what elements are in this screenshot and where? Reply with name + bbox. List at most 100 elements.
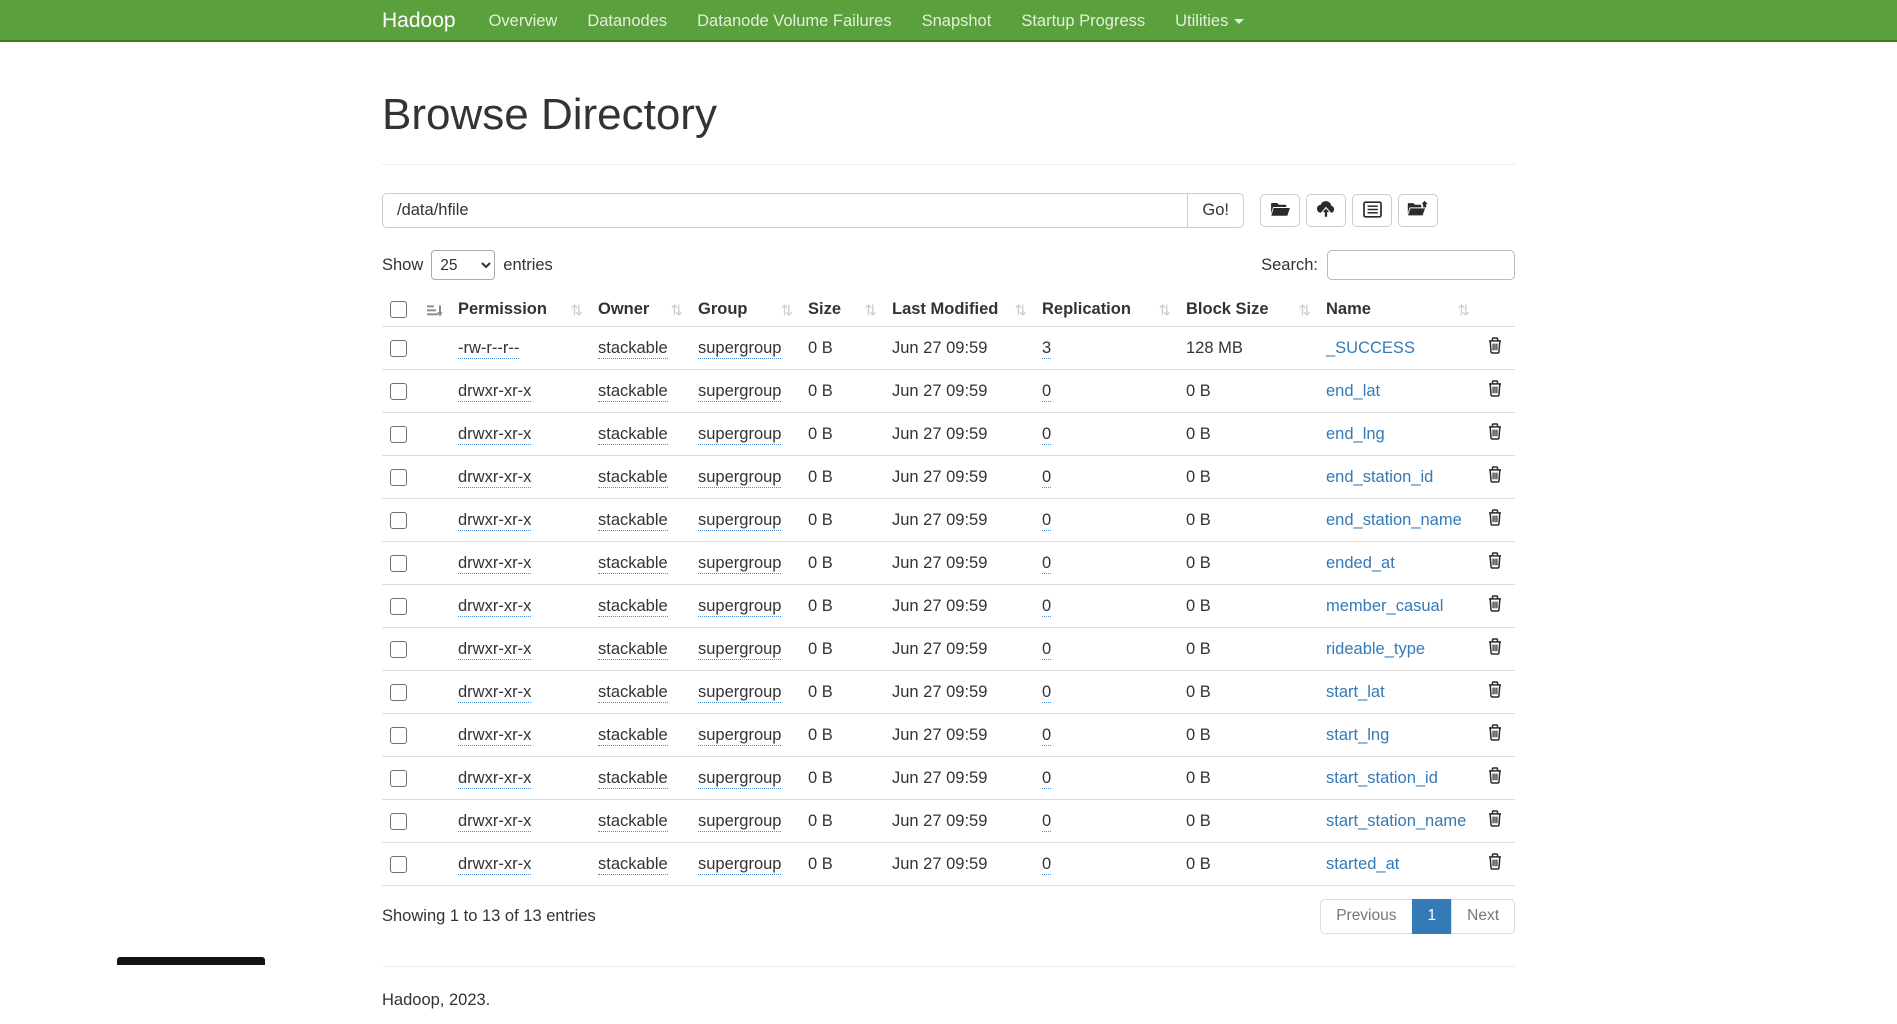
file-name-link[interactable]: ended_at	[1326, 554, 1395, 572]
group-cell[interactable]: supergroup	[698, 855, 781, 875]
trash-icon[interactable]	[1487, 337, 1503, 354]
permission-cell[interactable]: -rw-r--r--	[458, 339, 519, 359]
permission-cell[interactable]: drwxr-xr-x	[458, 640, 531, 660]
nav-item-startup-progress[interactable]: Startup Progress	[1006, 0, 1160, 42]
owner-cell[interactable]: stackable	[598, 511, 668, 531]
group-cell[interactable]: supergroup	[698, 812, 781, 832]
row-checkbox[interactable]	[390, 856, 407, 873]
permission-cell[interactable]: drwxr-xr-x	[458, 468, 531, 488]
pagination-next[interactable]: Next	[1451, 899, 1515, 934]
header-permission[interactable]: Permission⇅	[448, 295, 588, 327]
go-button[interactable]: Go!	[1188, 193, 1244, 228]
header-owner[interactable]: Owner⇅	[588, 295, 688, 327]
permission-cell[interactable]: drwxr-xr-x	[458, 425, 531, 445]
file-name-link[interactable]: rideable_type	[1326, 640, 1425, 658]
permission-cell[interactable]: drwxr-xr-x	[458, 726, 531, 746]
permission-cell[interactable]: drwxr-xr-x	[458, 812, 531, 832]
group-cell[interactable]: supergroup	[698, 339, 781, 359]
file-name-link[interactable]: start_station_id	[1326, 769, 1438, 787]
row-checkbox[interactable]	[390, 383, 407, 400]
trash-icon[interactable]	[1487, 552, 1503, 569]
replication-cell[interactable]: 0	[1042, 425, 1051, 445]
file-name-link[interactable]: end_station_id	[1326, 468, 1433, 486]
select-all-checkbox[interactable]	[390, 301, 407, 318]
group-cell[interactable]: supergroup	[698, 769, 781, 789]
replication-cell[interactable]: 0	[1042, 855, 1051, 875]
row-checkbox[interactable]	[390, 684, 407, 701]
directory-path-input[interactable]	[382, 193, 1188, 228]
replication-cell[interactable]: 0	[1042, 812, 1051, 832]
file-name-link[interactable]: start_lat	[1326, 683, 1385, 701]
nav-item-overview[interactable]: Overview	[474, 0, 573, 42]
owner-cell[interactable]: stackable	[598, 769, 668, 789]
header-replication[interactable]: Replication⇅	[1032, 295, 1176, 327]
trash-icon[interactable]	[1487, 509, 1503, 526]
permission-cell[interactable]: drwxr-xr-x	[458, 554, 531, 574]
group-cell[interactable]: supergroup	[698, 425, 781, 445]
group-cell[interactable]: supergroup	[698, 640, 781, 660]
group-cell[interactable]: supergroup	[698, 511, 781, 531]
move-file-button[interactable]	[1398, 194, 1438, 227]
header-last-modified[interactable]: Last Modified⇅	[882, 295, 1032, 327]
replication-cell[interactable]: 0	[1042, 640, 1051, 660]
group-cell[interactable]: supergroup	[698, 597, 781, 617]
group-cell[interactable]: supergroup	[698, 382, 781, 402]
permission-cell[interactable]: drwxr-xr-x	[458, 683, 531, 703]
owner-cell[interactable]: stackable	[598, 425, 668, 445]
row-checkbox[interactable]	[390, 813, 407, 830]
owner-cell[interactable]: stackable	[598, 683, 668, 703]
trash-icon[interactable]	[1487, 380, 1503, 397]
trash-icon[interactable]	[1487, 423, 1503, 440]
owner-cell[interactable]: stackable	[598, 554, 668, 574]
header-group[interactable]: Group⇅	[688, 295, 798, 327]
group-cell[interactable]: supergroup	[698, 468, 781, 488]
file-name-link[interactable]: start_station_name	[1326, 812, 1466, 830]
page-size-select[interactable]: 25	[431, 250, 495, 280]
search-input[interactable]	[1327, 250, 1515, 280]
owner-cell[interactable]: stackable	[598, 468, 668, 488]
row-checkbox[interactable]	[390, 770, 407, 787]
permission-cell[interactable]: drwxr-xr-x	[458, 511, 531, 531]
file-name-link[interactable]: start_lng	[1326, 726, 1389, 744]
replication-cell[interactable]: 0	[1042, 726, 1051, 746]
owner-cell[interactable]: stackable	[598, 855, 668, 875]
permission-cell[interactable]: drwxr-xr-x	[458, 382, 531, 402]
row-checkbox[interactable]	[390, 727, 407, 744]
header-block-size[interactable]: Block Size⇅	[1176, 295, 1316, 327]
trash-icon[interactable]	[1487, 724, 1503, 741]
trash-icon[interactable]	[1487, 595, 1503, 612]
replication-cell[interactable]: 0	[1042, 554, 1051, 574]
group-cell[interactable]: supergroup	[698, 683, 781, 703]
trash-icon[interactable]	[1487, 466, 1503, 483]
trash-icon[interactable]	[1487, 681, 1503, 698]
file-list-button[interactable]	[1352, 194, 1392, 227]
group-cell[interactable]: supergroup	[698, 554, 781, 574]
file-name-link[interactable]: end_lng	[1326, 425, 1385, 443]
header-size[interactable]: Size⇅	[798, 295, 882, 327]
row-checkbox[interactable]	[390, 469, 407, 486]
trash-icon[interactable]	[1487, 767, 1503, 784]
row-checkbox[interactable]	[390, 641, 407, 658]
file-name-link[interactable]: end_lat	[1326, 382, 1380, 400]
group-cell[interactable]: supergroup	[698, 726, 781, 746]
file-name-link[interactable]: _SUCCESS	[1326, 339, 1415, 357]
owner-cell[interactable]: stackable	[598, 597, 668, 617]
file-name-link[interactable]: started_at	[1326, 855, 1399, 873]
row-checkbox[interactable]	[390, 555, 407, 572]
replication-cell[interactable]: 0	[1042, 511, 1051, 531]
replication-cell[interactable]: 0	[1042, 468, 1051, 488]
owner-cell[interactable]: stackable	[598, 339, 668, 359]
nav-item-snapshot[interactable]: Snapshot	[907, 0, 1007, 42]
permission-cell[interactable]: drwxr-xr-x	[458, 597, 531, 617]
replication-cell[interactable]: 0	[1042, 683, 1051, 703]
nav-item-utilities-dropdown[interactable]: Utilities	[1160, 0, 1259, 42]
row-checkbox[interactable]	[390, 598, 407, 615]
navbar-brand[interactable]: Hadoop	[382, 0, 456, 42]
replication-cell[interactable]: 0	[1042, 382, 1051, 402]
replication-cell[interactable]: 0	[1042, 597, 1051, 617]
row-checkbox[interactable]	[390, 426, 407, 443]
file-name-link[interactable]: end_station_name	[1326, 511, 1462, 529]
replication-cell[interactable]: 3	[1042, 339, 1051, 359]
trash-icon[interactable]	[1487, 638, 1503, 655]
pagination-page-1[interactable]: 1	[1412, 899, 1453, 934]
